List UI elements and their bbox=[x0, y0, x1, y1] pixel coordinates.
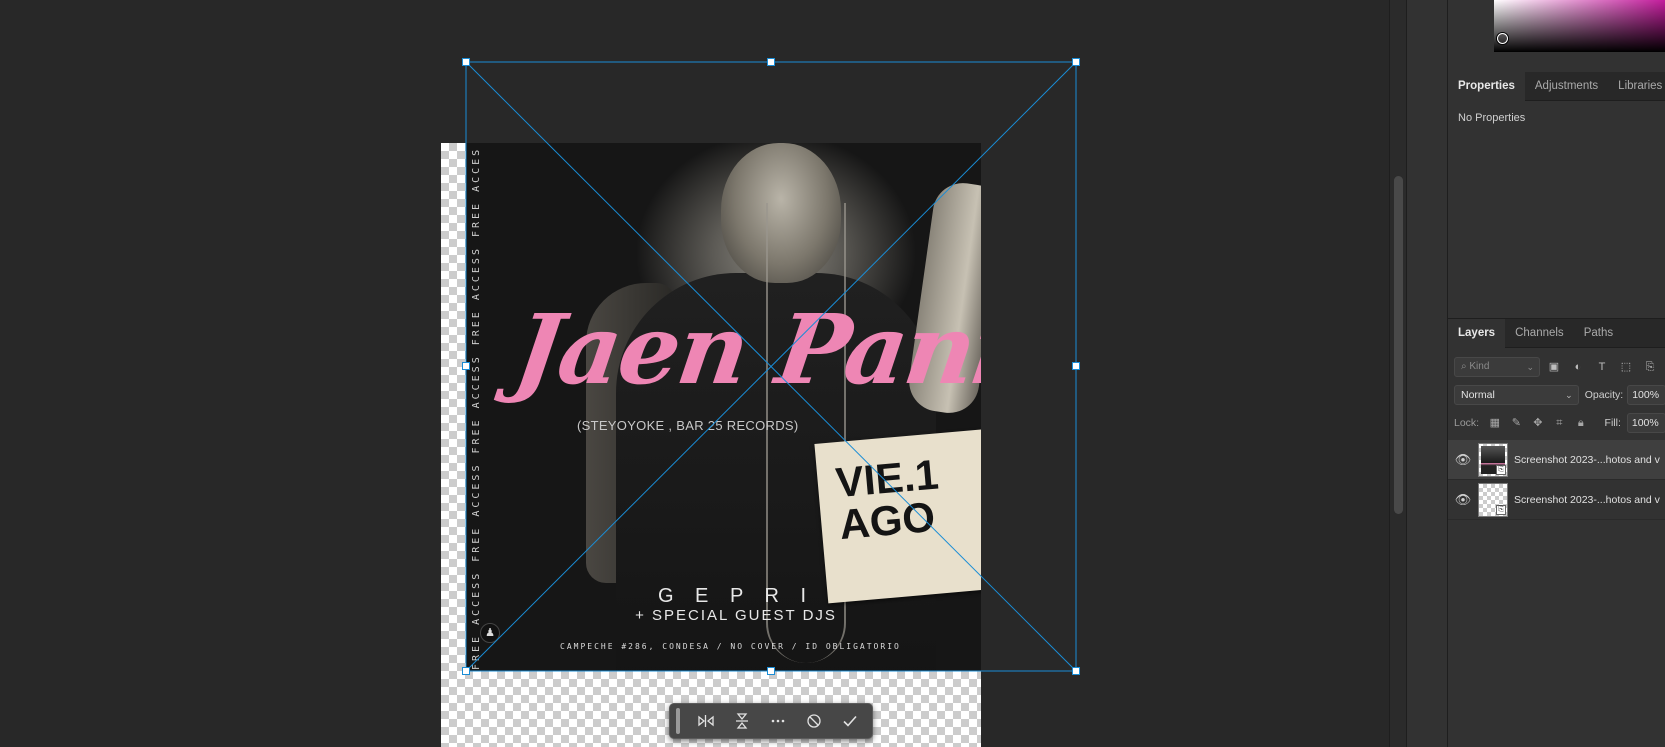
shape-filter-icon[interactable]: ⬚ bbox=[1616, 357, 1636, 377]
tab-adjustments[interactable]: Adjustments bbox=[1525, 72, 1608, 101]
layer-row[interactable]: 👁︎ ⎘ Screenshot 2023-...hotos and v bbox=[1448, 480, 1665, 520]
contextual-task-bar[interactable] bbox=[669, 703, 873, 739]
transform-handle-top-left[interactable] bbox=[462, 58, 470, 66]
lock-position-icon[interactable]: ✥ bbox=[1528, 413, 1547, 433]
smart-object-icon: ⎘ bbox=[1496, 504, 1506, 515]
layer-filter-row: ⌕ Kind ⌄ ▣ ◐ T ⬚ ⎘ bbox=[1454, 356, 1665, 378]
lock-transparency-icon[interactable]: ▦ bbox=[1485, 413, 1504, 433]
lock-label: Lock: bbox=[1454, 417, 1480, 429]
commit-icon[interactable] bbox=[834, 707, 866, 735]
tab-channels[interactable]: Channels bbox=[1505, 319, 1574, 348]
tab-paths[interactable]: Paths bbox=[1574, 319, 1623, 348]
canvas-vertical-scrollbar[interactable] bbox=[1389, 0, 1406, 747]
color-picker-cursor[interactable] bbox=[1497, 33, 1508, 44]
scrollbar-thumb[interactable] bbox=[1394, 176, 1403, 514]
transform-handle-top-right[interactable] bbox=[1072, 58, 1080, 66]
cancel-icon[interactable] bbox=[798, 707, 830, 735]
right-panel-dock: Properties Adjustments Libraries No Prop… bbox=[1447, 0, 1665, 747]
blend-mode-row: Normal ⌄ Opacity: 100% bbox=[1454, 384, 1665, 406]
smart-object-filter-icon[interactable]: ⎘ bbox=[1640, 357, 1660, 377]
transform-handle-bottom[interactable] bbox=[767, 667, 775, 675]
type-filter-icon[interactable]: T bbox=[1592, 357, 1612, 377]
blend-mode-select[interactable]: Normal ⌄ bbox=[1454, 385, 1579, 405]
lock-pixels-icon[interactable]: ✎ bbox=[1507, 413, 1526, 433]
opacity-field[interactable]: 100% bbox=[1627, 385, 1665, 405]
search-icon: ⌕ bbox=[1461, 361, 1467, 372]
poster-headliner: G E P R I bbox=[657, 585, 815, 607]
panel-dock-gutter bbox=[1406, 0, 1447, 747]
transform-handle-left[interactable] bbox=[462, 362, 470, 370]
properties-tabbar: Properties Adjustments Libraries bbox=[1448, 72, 1665, 101]
layer-name[interactable]: Screenshot 2023-...hotos and v bbox=[1514, 454, 1660, 466]
chevron-down-icon: ⌄ bbox=[1565, 390, 1573, 400]
layer-thumbnail: ⎘ bbox=[1478, 482, 1508, 517]
transform-handle-bottom-right[interactable] bbox=[1072, 667, 1080, 675]
chevron-down-icon: ⌄ bbox=[1526, 362, 1534, 372]
layers-tabbar: Layers Channels Paths bbox=[1448, 319, 1665, 348]
kind-filter-label: Kind bbox=[1469, 361, 1490, 372]
layer-kind-filter[interactable]: ⌕ Kind ⌄ bbox=[1454, 357, 1540, 377]
color-picker-field[interactable] bbox=[1494, 0, 1665, 52]
poster-artwork[interactable]: FREE ACCESS FREE ACCESS FREE ACCESS FREE… bbox=[466, 143, 981, 671]
poster-record-line: (STEYOYOKE , BAR 25 RECORDS) bbox=[577, 418, 799, 433]
blend-mode-value: Normal bbox=[1461, 389, 1495, 401]
properties-empty-text: No Properties bbox=[1458, 112, 1526, 124]
poster-date-card: VIE.1 AGO bbox=[814, 426, 981, 604]
date-card-fineprint bbox=[842, 546, 952, 556]
more-icon[interactable] bbox=[762, 707, 794, 735]
opacity-label: Opacity: bbox=[1584, 389, 1624, 401]
smart-object-icon: ⎘ bbox=[1496, 464, 1506, 475]
lock-row: Lock: ▦ ✎ ✥ ⌗ 🔒︎ Fill: 100% bbox=[1454, 412, 1665, 434]
transform-handle-top[interactable] bbox=[767, 58, 775, 66]
layer-thumbnail: ⎘ bbox=[1478, 442, 1508, 477]
transform-handle-right[interactable] bbox=[1072, 362, 1080, 370]
lock-all-icon[interactable]: 🔒︎ bbox=[1571, 413, 1590, 433]
flip-vertical-icon[interactable] bbox=[726, 707, 758, 735]
poster-logo-icon: ♟ bbox=[480, 623, 500, 643]
fill-field[interactable]: 100% bbox=[1626, 413, 1665, 433]
poster-guests: + SPECIAL GUEST DJS bbox=[635, 607, 837, 624]
lock-artboard-icon[interactable]: ⌗ bbox=[1550, 413, 1569, 433]
tab-layers[interactable]: Layers bbox=[1448, 319, 1506, 348]
visibility-eye-icon[interactable]: 👁︎ bbox=[1448, 452, 1478, 468]
tab-libraries[interactable]: Libraries bbox=[1608, 72, 1665, 101]
image-filter-icon[interactable]: ▣ bbox=[1544, 357, 1564, 377]
visibility-eye-icon[interactable]: 👁︎ bbox=[1448, 492, 1478, 508]
document-canvas[interactable]: FREE ACCESS FREE ACCESS FREE ACCESS FREE… bbox=[0, 0, 1389, 747]
poster-address: CAMPECHE #286, CONDESA / NO COVER / ID O… bbox=[560, 642, 901, 651]
layer-row[interactable]: 👁︎ ⎘ Screenshot 2023-...hotos and v bbox=[1448, 440, 1665, 480]
poster-script-title: Jaen Paniagu bbox=[508, 293, 981, 406]
adjustment-filter-icon[interactable]: ◐ bbox=[1568, 357, 1588, 377]
flip-horizontal-icon[interactable] bbox=[690, 707, 722, 735]
tab-properties[interactable]: Properties bbox=[1448, 72, 1525, 101]
transform-handle-bottom-left[interactable] bbox=[462, 667, 470, 675]
layer-name[interactable]: Screenshot 2023-...hotos and v bbox=[1514, 494, 1660, 506]
taskbar-grip-handle[interactable] bbox=[676, 708, 680, 734]
fill-label: Fill: bbox=[1604, 417, 1621, 429]
